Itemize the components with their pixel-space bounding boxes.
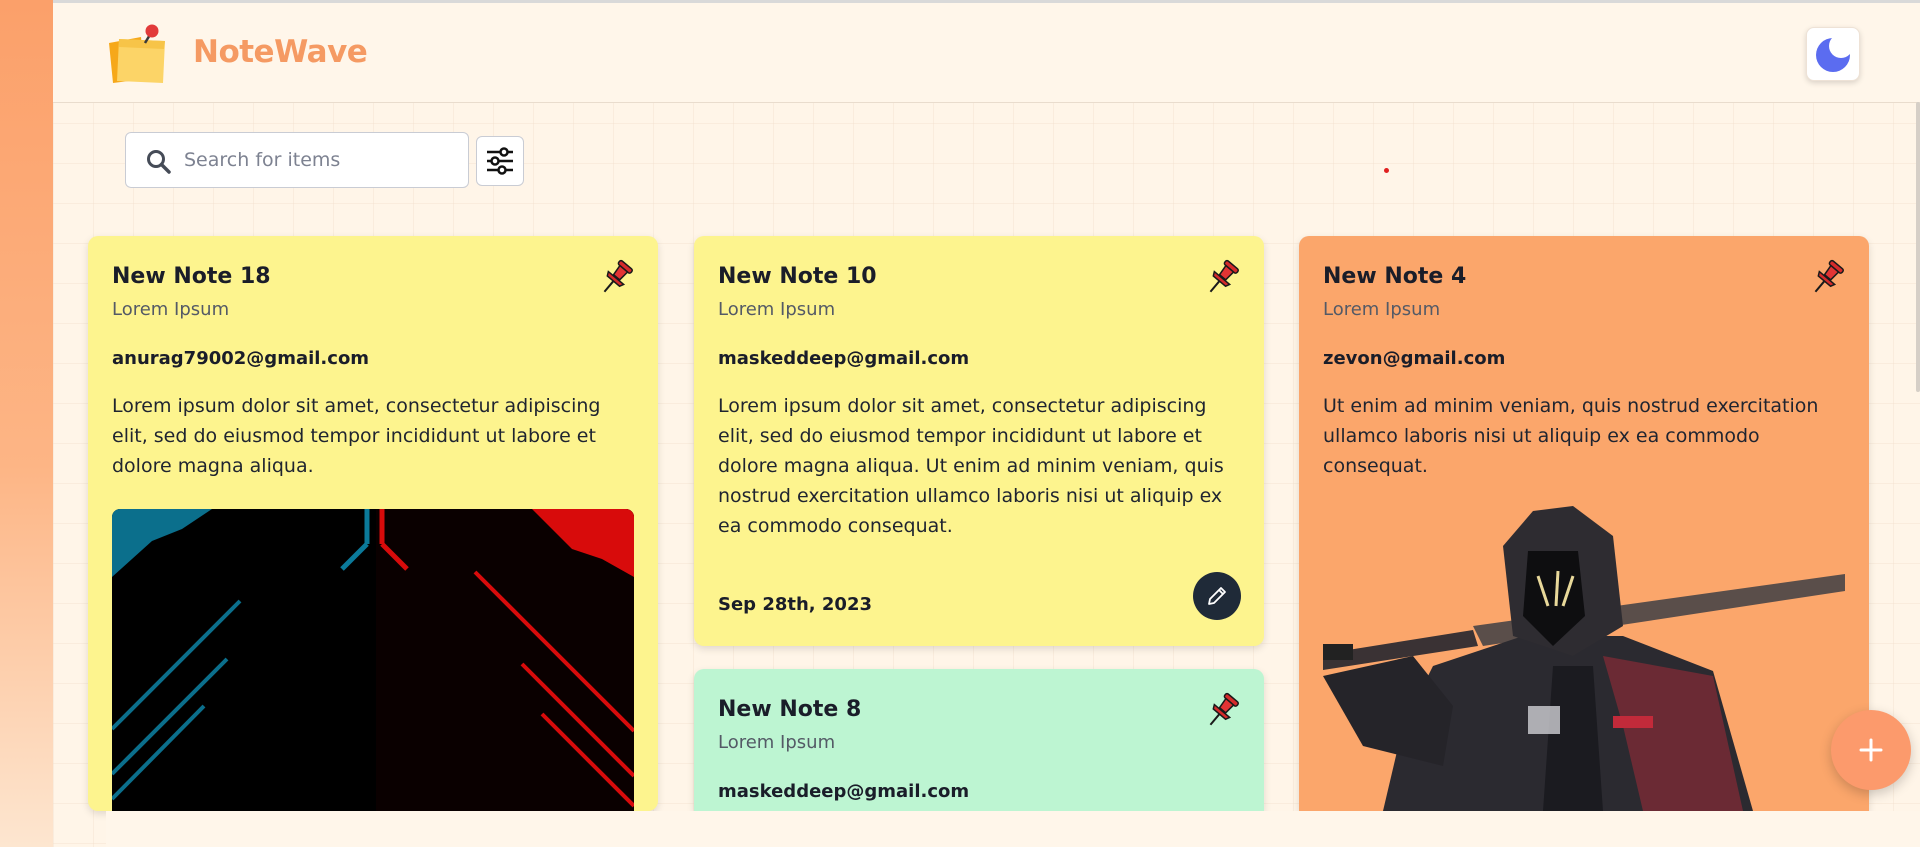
- pushpin-icon[interactable]: [1807, 258, 1847, 298]
- pushpin-icon[interactable]: [1202, 691, 1242, 731]
- note-card[interactable]: New Note 4 Lorem Ipsum zevon@gmail.com U…: [1299, 236, 1869, 811]
- page-scrollbar[interactable]: [1916, 102, 1920, 392]
- search-icon: [147, 150, 171, 174]
- note-email: maskeddeep@gmail.com: [718, 781, 970, 802]
- hooded-warrior-image: [1323, 506, 1845, 811]
- note-title: New Note 18: [112, 264, 271, 289]
- note-email: zevon@gmail.com: [1323, 348, 1506, 369]
- sticky-note-icon[interactable]: [105, 23, 171, 85]
- app-header: NoteWave: [53, 3, 1920, 103]
- theme-toggle-button[interactable]: [1806, 27, 1860, 81]
- app-container: NoteWave Search for items New Note 18 Lo…: [53, 3, 1920, 847]
- add-note-button[interactable]: [1831, 710, 1911, 790]
- note-email: anurag79002@gmail.com: [112, 348, 370, 369]
- brand-name[interactable]: NoteWave: [193, 34, 368, 70]
- pencil-icon: [1208, 587, 1226, 605]
- note-subtitle: Lorem Ipsum: [1323, 299, 1441, 320]
- note-subtitle: Lorem Ipsum: [718, 299, 836, 320]
- indicator-dot: [1384, 168, 1389, 173]
- search-bar: [125, 132, 469, 188]
- plus-icon: [1859, 738, 1883, 762]
- sliders-icon: [487, 147, 513, 175]
- note-title: New Note 4: [1323, 264, 1467, 289]
- note-title: New Note 10: [718, 264, 877, 289]
- note-card[interactable]: New Note 8 Lorem Ipsum maskeddeep@gmail.…: [694, 669, 1264, 811]
- pushpin-icon[interactable]: [1202, 258, 1242, 298]
- note-subtitle: Lorem Ipsum: [718, 732, 836, 753]
- bottom-band: [106, 811, 1920, 847]
- note-body: Lorem ipsum dolor sit amet, consectetur …: [112, 395, 601, 477]
- pushpin-icon[interactable]: [596, 258, 636, 298]
- edit-note-button[interactable]: [1193, 572, 1241, 620]
- note-image: [112, 509, 634, 811]
- note-date: Sep 28th, 2023: [718, 594, 872, 615]
- note-image: [1323, 506, 1845, 811]
- search-input[interactable]: [184, 143, 454, 177]
- filter-button[interactable]: [476, 136, 524, 186]
- note-subtitle: Lorem Ipsum: [112, 299, 230, 320]
- note-title: New Note 8: [718, 697, 862, 722]
- note-body: Lorem ipsum dolor sit amet, consectetur …: [718, 395, 1224, 537]
- moon-icon: [1816, 38, 1850, 72]
- note-body: Ut enim ad minim veniam, quis nostrud ex…: [1323, 395, 1819, 477]
- note-email: maskeddeep@gmail.com: [718, 348, 970, 369]
- left-gradient-strip: [0, 0, 53, 847]
- note-card[interactable]: New Note 18 Lorem Ipsum anurag79002@gmai…: [88, 236, 658, 811]
- note-card[interactable]: New Note 10 Lorem Ipsum maskeddeep@gmail…: [694, 236, 1264, 646]
- abstract-artwork-image: [112, 509, 634, 811]
